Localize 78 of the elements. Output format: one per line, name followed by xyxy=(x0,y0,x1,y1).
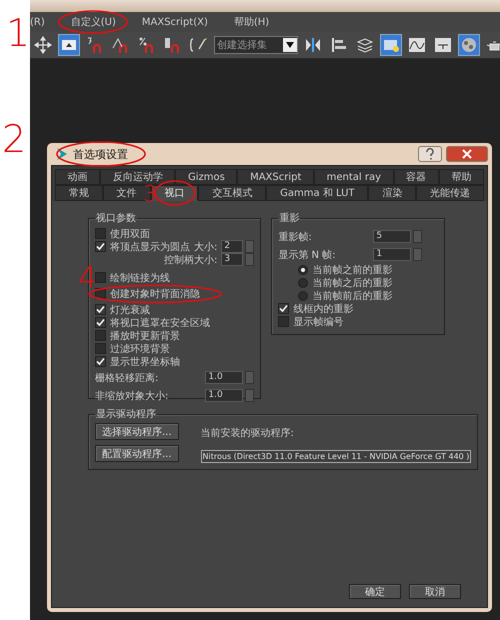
radio-label: 当前帧之后的重影 xyxy=(312,276,392,290)
annotation-number: 1 xyxy=(6,14,30,52)
spinner-label: 显示第 N 帧: xyxy=(278,248,336,262)
checkbox[interactable] xyxy=(95,356,106,367)
checkbox-label: 使用双面 xyxy=(110,228,150,240)
checkbox[interactable] xyxy=(278,316,290,327)
checkbox[interactable] xyxy=(95,272,106,283)
checkbox-label: 绘制链接为线 xyxy=(110,272,170,284)
radio-label: 当前帧前后的重影 xyxy=(312,290,392,302)
checkbox[interactable] xyxy=(95,343,106,354)
checkbox[interactable] xyxy=(95,304,106,315)
spinner-field[interactable]: 1 xyxy=(373,248,412,261)
spinner-label: 非缩放对象大小: xyxy=(95,390,168,402)
checkbox[interactable] xyxy=(95,330,106,341)
spinner-field[interactable]: 2 xyxy=(221,240,244,253)
checkbox[interactable] xyxy=(95,228,106,239)
app-logo-icon xyxy=(55,147,69,161)
spinner-field[interactable]: 3 xyxy=(221,253,244,266)
annotation-number: 4 xyxy=(78,264,98,294)
group-title: 重影 xyxy=(278,212,300,225)
help-button[interactable] xyxy=(418,146,442,162)
group-title: 视口参数 xyxy=(95,212,137,225)
menu-item[interactable]: (R) xyxy=(30,16,45,28)
selection-set-dropdown[interactable]: 创建选择集 xyxy=(214,36,298,54)
tab[interactable]: 反向运动学 xyxy=(100,169,176,185)
select-icon[interactable] xyxy=(58,34,80,56)
menu-item[interactable]: 帮助(H) xyxy=(234,15,270,29)
caret-icon xyxy=(283,38,297,52)
checkbox-label: 显示世界坐标轴 xyxy=(110,356,180,368)
annotation-number: 2 xyxy=(2,120,26,158)
spinner-label: 栅格轻移距离: xyxy=(95,372,158,384)
tab[interactable]: mental ray xyxy=(314,169,394,185)
tab[interactable]: Gamma 和 LUT xyxy=(266,185,368,201)
tab[interactable]: 容器 xyxy=(394,169,439,185)
driver-button[interactable]: 配置驱动程序... xyxy=(95,445,179,462)
dialog-title: 首选项设置 xyxy=(73,146,128,162)
checkbox-label: 播放时更新背景 xyxy=(110,330,180,342)
spinner-field[interactable]: 5 xyxy=(373,230,412,243)
current-driver-field: Nitrous (Direct3D 11.0 Feature Level 11 - NVIDIA GeForce GT 440 ) xyxy=(200,450,472,463)
close-button[interactable] xyxy=(446,146,488,162)
close-icon xyxy=(462,149,472,159)
spinner-label: 重影帧: xyxy=(278,230,312,244)
radio-button[interactable] xyxy=(298,290,308,300)
help-icon xyxy=(425,148,435,160)
radio-button[interactable] xyxy=(298,264,308,274)
tab[interactable]: 渲染 xyxy=(368,185,416,201)
checkbox[interactable] xyxy=(95,317,106,328)
move-icon[interactable] xyxy=(32,34,54,56)
tab[interactable]: 帮助 xyxy=(438,169,484,185)
checkbox-label: 过滤环境背景 xyxy=(110,342,170,356)
spinner-label: 控制柄大小: xyxy=(164,254,218,266)
dialog-button[interactable]: 确定 xyxy=(349,584,401,599)
spinner-field[interactable]: 1.0 xyxy=(205,389,244,402)
checkbox-label: 创建对象时背面消隐 xyxy=(110,288,200,300)
tab[interactable]: 常规 xyxy=(55,185,103,201)
driver-button[interactable]: 选择驱动程序... xyxy=(95,423,179,440)
spinner-label: 大小: xyxy=(194,240,218,254)
tab[interactable]: 动画 xyxy=(55,169,100,185)
group-title: 显示驱动程序 xyxy=(95,408,157,421)
radio-button[interactable] xyxy=(298,278,308,288)
checkbox[interactable] xyxy=(95,241,106,252)
checkbox-label: 显示帧编号 xyxy=(293,316,344,328)
tab[interactable]: 光能传递 xyxy=(416,185,484,201)
current-driver-label: 当前安装的驱动程序: xyxy=(200,426,295,440)
checkbox-label: 将顶点显示为圆点 xyxy=(110,240,190,254)
tab[interactable]: 交互模式 xyxy=(198,185,266,201)
menu-item[interactable]: MAXScript(X) xyxy=(142,16,208,28)
tab[interactable]: Gizmos xyxy=(175,169,238,185)
tab[interactable]: MAXScript xyxy=(237,169,314,185)
dialog-button[interactable]: 取消 xyxy=(409,584,461,599)
annotation-circle xyxy=(58,10,128,34)
checkbox-label: 灯光衰减 xyxy=(110,304,150,316)
annotation-circle xyxy=(154,180,196,206)
checkbox-label: 将视口遮罩在安全区域 xyxy=(110,316,210,330)
checkbox-label: 线框内的重影 xyxy=(293,302,354,316)
checkbox[interactable] xyxy=(278,303,290,314)
spinner-field[interactable]: 1.0 xyxy=(205,371,244,384)
radio-label: 当前帧之前的重影 xyxy=(312,264,392,276)
